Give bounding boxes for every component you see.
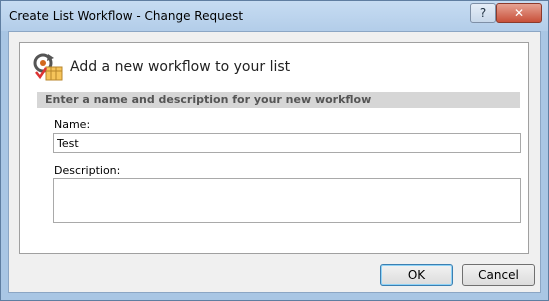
title-bar[interactable]: Create List Workflow - Change Request ? … (1, 1, 548, 31)
description-label: Description: (54, 164, 121, 177)
workflow-icon (32, 52, 64, 82)
ok-button[interactable]: OK (380, 264, 453, 286)
dialog-heading: Add a new workflow to your list (70, 59, 291, 75)
dialog-window: Create List Workflow - Change Request ? … (0, 0, 549, 301)
dialog-body: Add a new workflow to your list Enter a … (8, 31, 541, 293)
section-header: Enter a name and description for your ne… (37, 92, 520, 108)
close-button[interactable]: ✕ (496, 3, 542, 23)
help-button[interactable]: ? (470, 3, 496, 23)
form-panel: Add a new workflow to your list Enter a … (19, 42, 529, 254)
description-input[interactable] (53, 178, 521, 223)
window-title: Create List Workflow - Change Request (9, 9, 244, 23)
cancel-button[interactable]: Cancel (462, 264, 535, 286)
name-input[interactable] (53, 133, 521, 153)
name-label: Name: (54, 118, 91, 131)
